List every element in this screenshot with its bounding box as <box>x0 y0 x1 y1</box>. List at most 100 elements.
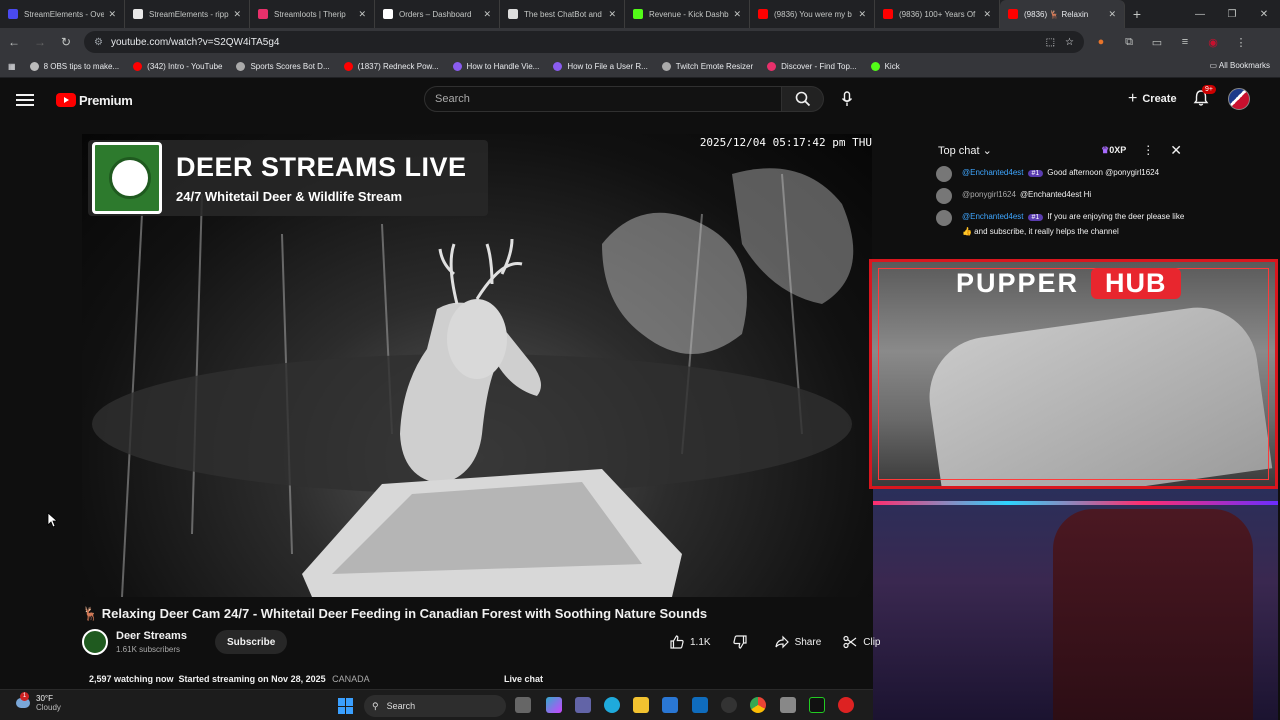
all-bookmarks[interactable]: ▭ All Bookmarks <box>1210 61 1270 70</box>
browser-tab[interactable]: StreamElements - Ove ✕ <box>0 0 125 28</box>
browser-tab[interactable]: The best ChatBot and ✕ <box>500 0 625 28</box>
profile-icon[interactable]: ◉ <box>1204 36 1222 49</box>
rank-badge: #1 <box>1027 214 1044 221</box>
browser-tab[interactable]: Revenue - Kick Dashb ✕ <box>625 0 750 28</box>
more-options-icon[interactable]: ⋮ <box>1142 143 1154 157</box>
browser-tab[interactable]: (9836) You were my b ✕ <box>750 0 875 28</box>
chat-avatar[interactable] <box>936 210 952 226</box>
obs-icon[interactable] <box>721 697 737 713</box>
chrome-icon[interactable] <box>750 697 766 713</box>
xp-badge[interactable]: ♛0XP <box>1101 145 1126 156</box>
like-button[interactable]: 1.1K <box>662 630 719 654</box>
copilot-icon[interactable] <box>546 697 562 713</box>
install-app-icon[interactable]: ⬚ <box>1046 37 1055 48</box>
browser-tab[interactable]: StreamElements - ripp ✕ <box>125 0 250 28</box>
live-chat-tab[interactable]: Live chat <box>504 674 543 684</box>
menu-hamburger-icon[interactable] <box>16 94 34 106</box>
search-input[interactable]: Search <box>424 86 782 112</box>
bookmark-item[interactable]: Discover - Find Top... <box>767 62 857 71</box>
overlay-subtitle: 24/7 Whitetail Deer & Wildlife Stream <box>176 189 403 204</box>
bookmark-item[interactable]: (342) Intro - YouTube <box>133 62 222 71</box>
tab-close-icon[interactable]: ✕ <box>358 9 366 20</box>
close-window-icon[interactable]: ✕ <box>1248 0 1280 28</box>
media-control-icon[interactable]: ≡ <box>1176 36 1194 49</box>
outlook-icon[interactable] <box>692 697 708 713</box>
channel-name[interactable]: Deer Streams <box>116 630 187 642</box>
tab-label: Streamloots | Therip <box>274 9 346 19</box>
tab-close-icon[interactable]: ✕ <box>983 9 991 20</box>
minimize-icon[interactable]: — <box>1184 0 1216 28</box>
site-info-icon[interactable]: ⚙ <box>94 37 103 48</box>
subscribe-button[interactable]: Subscribe <box>214 630 288 654</box>
tab-label: The best ChatBot and <box>524 9 602 19</box>
terminal-icon[interactable] <box>809 697 825 713</box>
bookmark-favicon-icon <box>870 62 880 71</box>
create-button[interactable]: + Create <box>1118 88 1187 110</box>
chat-author[interactable]: @ponygirl1624 <box>962 190 1016 199</box>
tab-close-icon[interactable]: ✕ <box>233 9 241 20</box>
thumbs-down-icon <box>732 635 747 649</box>
taskbar-search[interactable]: ⚲ Search <box>364 695 506 717</box>
bookmark-item[interactable]: (1837) Redneck Pow... <box>343 62 439 71</box>
streamer-overlay-frame: PUPPER HUB <box>869 259 1278 489</box>
voice-search-button[interactable] <box>834 86 860 112</box>
teams-icon[interactable] <box>575 697 591 713</box>
browser-tab[interactable]: (9836) 100+ Years Of ✕ <box>875 0 1000 28</box>
clip-button[interactable]: Clip <box>835 630 888 654</box>
dislike-button[interactable] <box>725 630 761 654</box>
bookmark-item[interactable]: 8 OBS tips to make... <box>29 62 119 71</box>
tab-close-icon[interactable]: ✕ <box>608 9 616 20</box>
chat-author[interactable]: @Enchanted4est <box>962 212 1024 221</box>
tab-close-icon[interactable]: ✕ <box>1108 9 1116 20</box>
browser-tab[interactable]: Streamloots | Therip ✕ <box>250 0 375 28</box>
notifications-button[interactable]: 9+ <box>1192 85 1216 109</box>
camera-timestamp: 2025/12/04 05:17:42 pm THU <box>699 136 872 149</box>
tab-close-icon[interactable]: ✕ <box>858 9 866 20</box>
chat-author[interactable]: @Enchanted4est <box>962 168 1024 177</box>
streamer-app-icon[interactable] <box>838 697 854 713</box>
bookmark-item[interactable]: Twitch Emote Resizer <box>661 62 753 71</box>
task-view-icon[interactable] <box>515 697 531 713</box>
tab-favicon-icon <box>508 9 518 19</box>
bookmark-item[interactable]: Sports Scores Bot D... <box>236 62 330 71</box>
close-chat-icon[interactable]: ✕ <box>1170 142 1182 159</box>
youtube-logo[interactable]: Premium <box>56 93 133 108</box>
new-tab-icon[interactable]: + <box>1125 0 1149 28</box>
channel-info: Deer Streams 1.61K subscribers Subscribe <box>82 629 288 655</box>
file-explorer-icon[interactable] <box>633 697 649 713</box>
share-button[interactable]: Share <box>767 630 830 654</box>
tab-close-icon[interactable]: ✕ <box>733 9 741 20</box>
video-player[interactable]: DEER STREAMS LIVE 24/7 Whitetail Deer & … <box>82 134 872 597</box>
url-input[interactable]: ⚙ youtube.com/watch?v=S2QW4iTA5g4 ⬚ ☆ <box>84 31 1084 53</box>
browser-tab[interactable]: Orders – Dashboard ✕ <box>375 0 500 28</box>
restore-icon[interactable]: ❐ <box>1216 0 1248 28</box>
sidebar-icon[interactable]: ▭ <box>1148 36 1166 49</box>
back-icon[interactable]: ← <box>2 30 26 54</box>
bookmark-item[interactable]: Kick <box>870 62 900 71</box>
account-avatar[interactable] <box>1228 88 1250 110</box>
tab-label: (9836) 🦌 Relaxin <box>1024 9 1089 19</box>
channel-avatar[interactable] <box>82 629 108 655</box>
apps-grid-icon[interactable]: ▦ <box>8 62 16 71</box>
chat-avatar[interactable] <box>936 188 952 204</box>
windows-start-icon[interactable] <box>338 698 354 714</box>
forward-icon[interactable]: → <box>28 30 52 54</box>
browser-tab[interactable]: (9836) 🦌 Relaxin ✕ <box>1000 0 1125 28</box>
weather-widget[interactable]: 1 30°F Cloudy <box>16 692 61 712</box>
chevron-down-icon: ⌄ <box>982 144 992 157</box>
tab-close-icon[interactable]: ✕ <box>108 9 116 20</box>
extension-icon[interactable]: ● <box>1092 36 1110 49</box>
extensions-puzzle-icon[interactable]: ⧉ <box>1120 36 1138 49</box>
tab-close-icon[interactable]: ✕ <box>483 9 491 20</box>
menu-icon[interactable]: ⋮ <box>1232 36 1250 49</box>
chat-mode-dropdown[interactable]: Top chat ⌄ <box>938 144 1101 157</box>
store-icon[interactable] <box>662 697 678 713</box>
reload-icon[interactable]: ↻ <box>54 30 78 54</box>
bookmark-star-icon[interactable]: ☆ <box>1065 37 1074 48</box>
bookmark-item[interactable]: How to Handle Vie... <box>452 62 539 71</box>
chat-avatar[interactable] <box>936 166 952 182</box>
edge-icon[interactable] <box>604 697 620 713</box>
bookmark-item[interactable]: How to File a User R... <box>553 62 648 71</box>
search-button[interactable] <box>782 86 824 112</box>
app-icon[interactable] <box>780 697 796 713</box>
